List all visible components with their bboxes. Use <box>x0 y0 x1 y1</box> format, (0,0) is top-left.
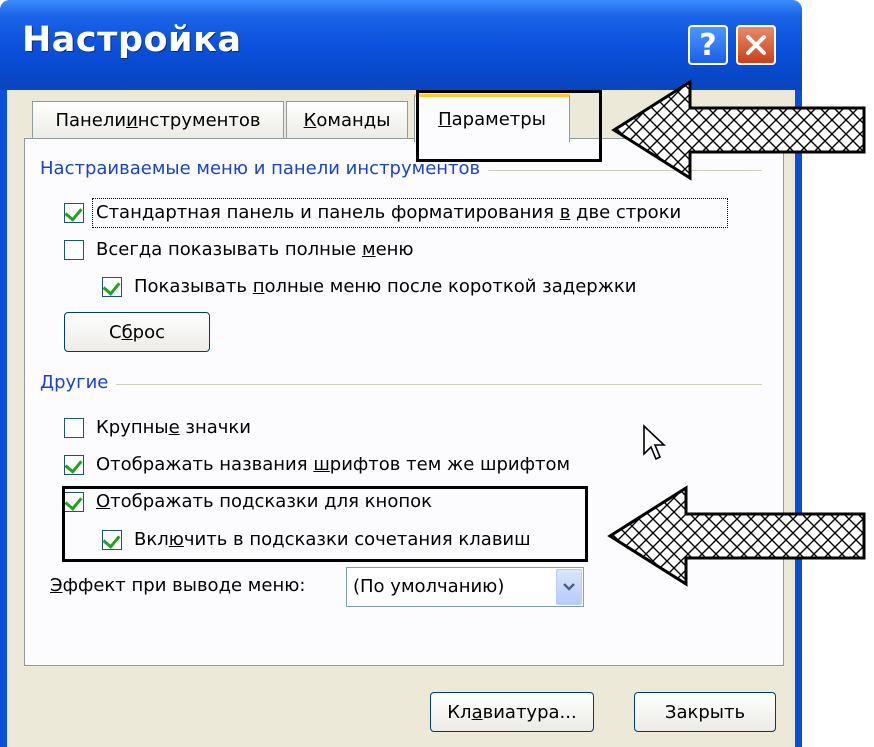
close-window-button[interactable] <box>736 25 776 65</box>
chevron-down-icon[interactable] <box>556 569 582 605</box>
check-icon <box>64 203 83 222</box>
label-always-full-menus[interactable]: Всегда показывать полные меню <box>96 239 414 260</box>
close-icon <box>746 35 766 55</box>
label-full-menus-delay[interactable]: Показывать полные меню после короткой за… <box>134 276 636 297</box>
close-button[interactable]: Закрыть <box>634 692 776 732</box>
hatched-arrow-icon <box>607 485 866 587</box>
help-icon: ? <box>699 27 717 63</box>
checkbox-always-full-menus[interactable] <box>64 240 84 260</box>
menu-animation-select[interactable]: (По умолчанию) <box>346 567 584 607</box>
group-divider <box>40 384 762 385</box>
reset-button[interactable]: Сб рос <box>64 312 210 352</box>
menu-animation-value: (По умолчанию) <box>353 576 505 597</box>
keyboard-button[interactable]: Кл а виатура... <box>430 692 594 732</box>
label-menu-animation: Эффект при выводе меню: <box>50 575 306 596</box>
tab-toolbars[interactable]: Панели и нструментов <box>32 101 284 139</box>
label-two-rows[interactable]: Стандартная панель и панель форматирован… <box>96 202 681 223</box>
label-large-icons[interactable]: Крупные значки <box>96 417 251 438</box>
checkbox-full-menus-delay[interactable] <box>102 277 122 297</box>
label-font-names[interactable]: Отображать названия шрифтов тем же шрифт… <box>96 454 570 475</box>
check-icon <box>64 455 83 474</box>
group-title-other: Другие <box>40 372 117 393</box>
title-bar[interactable]: Настройка ? <box>0 0 802 90</box>
hatched-arrow-icon <box>611 79 866 181</box>
highlight-box-screen-tips <box>62 486 588 562</box>
mouse-cursor-icon <box>643 424 667 461</box>
window-title: Настройка <box>22 20 242 60</box>
checkbox-two-rows[interactable] <box>64 203 84 223</box>
tab-commands[interactable]: Команды <box>286 101 408 139</box>
highlight-box-options-tab <box>416 90 602 162</box>
checkbox-font-names[interactable] <box>64 455 84 475</box>
checkbox-large-icons[interactable] <box>64 418 84 438</box>
check-icon <box>102 277 121 296</box>
help-button[interactable]: ? <box>688 25 728 65</box>
